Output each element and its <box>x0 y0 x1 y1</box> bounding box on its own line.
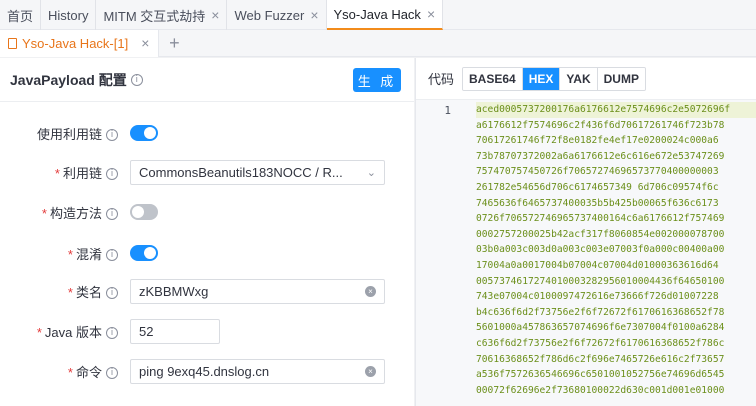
sub-tab-label: Yso-Java Hack-[1] <box>22 35 129 51</box>
tab-history[interactable]: History <box>41 0 97 30</box>
info-icon[interactable]: i <box>106 367 118 380</box>
code-line: 03b0a003c003d0a003c003e07003f0a000c00400… <box>476 244 725 256</box>
field-label: * Java 版本 i <box>0 322 130 341</box>
code-line: 00072f62696e2f73680100022d630c001d001e01… <box>476 384 725 396</box>
info-icon[interactable]: i <box>106 287 118 300</box>
top-tab-bar: 首页 History MITM 交互式劫持 × Web Fuzzer × Yso-J… <box>0 0 756 30</box>
chain-select[interactable]: CommonsBeanutils183NOCC / R... ⌄ <box>130 159 385 185</box>
document-icon <box>8 37 17 49</box>
code-panel-title: 代码 <box>428 72 455 87</box>
code-line: 70617261746f72f8e0182fe4ef17e0200024c000… <box>476 135 719 147</box>
obfuscate-toggle[interactable] <box>130 245 158 261</box>
form-row-java-version: * Java 版本 i 52 <box>0 318 414 344</box>
code-line: 743e07004c0100097472616e73666f726d010072… <box>476 291 719 303</box>
constructor-toggle[interactable] <box>130 204 158 220</box>
form-row-use-chain: 使用利用链 i <box>0 120 414 146</box>
command-input[interactable]: ping 9exq45.dnslog.cn × <box>130 358 385 384</box>
java-version-input[interactable]: 52 <box>130 318 220 344</box>
code-line: 0057374617274010003282956010004436f64650… <box>476 275 725 287</box>
code-line: a536f7572636546696c6501001052756e74696d6… <box>476 369 725 381</box>
form-row-class-name: * 类名 i zKBBMWxg × <box>0 278 414 304</box>
form-row-constructor: * 构造方法 i <box>0 199 414 225</box>
format-hex-button[interactable]: HEX <box>522 67 561 90</box>
format-yak-button[interactable]: YAK <box>560 67 598 90</box>
code-line: 70616368652f786d6c2f696e7465726e616c2f73… <box>476 353 725 365</box>
tab-label: History <box>48 7 89 23</box>
close-icon[interactable]: × <box>427 7 435 21</box>
code-panel: 代码 BASE64 HEX YAK DUMP 1 aced00057372001… <box>415 58 756 406</box>
info-icon[interactable]: i <box>106 168 118 181</box>
field-label: 使用利用链 i <box>0 124 130 143</box>
tab-label: 首页 <box>7 8 34 24</box>
close-icon[interactable]: × <box>141 35 149 51</box>
code-line: 5601000a457863657074696f6e7307004f0100a6… <box>476 322 725 334</box>
class-name-input[interactable]: zKBBMWxg × <box>130 278 385 304</box>
format-dump-button[interactable]: DUMP <box>597 67 645 90</box>
generate-button[interactable]: 生 成 <box>353 68 401 92</box>
format-selector: BASE64 HEX YAK DUMP <box>462 66 646 91</box>
code-line: 73b78707372002a6a6176612e6c616e672e53747… <box>476 150 725 162</box>
info-icon[interactable]: i <box>106 327 118 340</box>
close-icon[interactable]: × <box>211 8 219 22</box>
form-row-chain: * 利用链 i CommonsBeanutils183NOCC / R... ⌄ <box>0 159 414 185</box>
info-icon[interactable]: i <box>130 73 143 86</box>
format-base64-button[interactable]: BASE64 <box>463 67 523 90</box>
code-line: 0002757200025b42acf317f8060854e002000078… <box>476 228 725 240</box>
tab-label: MITM 交互式劫持 <box>103 8 206 24</box>
form-row-obfuscate: * 混淆 i <box>0 240 414 266</box>
tab-yso-java-hack[interactable]: Yso-Java Hack × <box>326 0 444 30</box>
info-icon[interactable]: i <box>106 249 118 262</box>
payload-config-panel: JavaPayload 配置 i 生 成 使用利用链 i * 利用链 i Common… <box>0 58 414 406</box>
code-editor[interactable]: 1 aced0005737200176a6176612e7574696c2e50… <box>416 100 756 406</box>
add-tab-button[interactable]: + <box>159 33 189 54</box>
use-chain-toggle[interactable] <box>130 125 158 141</box>
clear-icon[interactable]: × <box>365 365 376 377</box>
field-label: * 命令 i <box>0 362 130 381</box>
code-line: 7465636f6465737400035b5b425b00065f636c61… <box>476 197 719 209</box>
field-label: * 混淆 i <box>0 244 130 263</box>
code-panel-header: 代码 BASE64 HEX YAK DUMP <box>416 58 756 100</box>
tab-home[interactable]: 首页 <box>0 0 42 30</box>
code-line: b4c636f6d2f73756e2f6f72672f6170616368652… <box>476 306 725 318</box>
tab-mitm[interactable]: MITM 交互式劫持 × <box>96 0 228 30</box>
code-content[interactable]: aced0005737200176a6176612e7574696c2e5072… <box>476 102 756 398</box>
code-line: a6176612f7574696c2f436f6d70617261746f723… <box>476 119 725 131</box>
chevron-down-icon: ⌄ <box>366 166 376 179</box>
code-line: 757470757450726f706572746965737704000000… <box>476 166 719 178</box>
code-line: c636f6d2f73756e2f6f72672f6170616368652f7… <box>476 337 725 349</box>
field-label: * 利用链 i <box>0 163 130 182</box>
field-label: * 类名 i <box>0 282 130 301</box>
info-icon[interactable]: i <box>106 129 118 142</box>
tab-label: Web Fuzzer <box>234 7 305 23</box>
form-row-command: * 命令 i ping 9exq45.dnslog.cn × <box>0 358 414 384</box>
field-label: * 构造方法 i <box>0 203 130 222</box>
sub-tab-bar: Yso-Java Hack-[1] × + <box>0 29 756 57</box>
panel-title: JavaPayload 配置 <box>10 71 127 88</box>
line-number: 1 <box>444 104 451 117</box>
clear-icon[interactable]: × <box>365 285 376 297</box>
tab-web-fuzzer[interactable]: Web Fuzzer × <box>227 0 327 30</box>
code-line: 17004a0a0017004b07004c07004d01000363616d… <box>476 259 719 271</box>
code-line: aced0005737200176a6176612e7574696c2e5072… <box>476 102 756 118</box>
code-line: 261782e54656d706c6174657349 6d706c09574f… <box>476 181 719 193</box>
sub-tab-yso-java-hack-1[interactable]: Yso-Java Hack-[1] × <box>0 29 160 57</box>
code-line: 0726f706572746965737400164c6a6176612f757… <box>476 213 725 225</box>
close-icon[interactable]: × <box>310 8 318 22</box>
tab-label: Yso-Java Hack <box>333 6 421 22</box>
panel-header: JavaPayload 配置 i <box>0 58 414 102</box>
info-icon[interactable]: i <box>106 208 118 221</box>
